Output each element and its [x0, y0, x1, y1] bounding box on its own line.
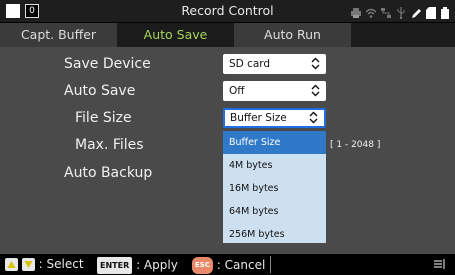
dropdown-option-4m[interactable]: 4M bytes	[223, 154, 326, 177]
updown-arrows-icon	[311, 57, 320, 70]
apply-hint-label: : Apply	[136, 258, 178, 272]
tab-capt-buffer[interactable]: Capt. Buffer	[0, 23, 117, 47]
file-size-select[interactable]: Buffer Size	[223, 108, 326, 128]
battery-icon	[441, 4, 451, 19]
dropdown-option-64m[interactable]: 64M bytes	[223, 200, 326, 223]
esc-key-icon: ESC	[192, 257, 213, 274]
dropdown-option-buffer-size[interactable]: Buffer Size	[223, 131, 326, 154]
status-bar: 0 Record Control	[0, 0, 455, 22]
tab-auto-run[interactable]: Auto Run	[234, 23, 351, 47]
max-files-label: Max. Files	[75, 137, 144, 153]
max-files-range: [ 1 - 2048 ]	[330, 140, 381, 150]
pen-icon	[411, 4, 421, 18]
auto-save-value: Off	[229, 85, 245, 97]
wifi-icon	[365, 4, 377, 18]
apply-hint: ENTER : Apply	[97, 257, 178, 274]
auto-save-select[interactable]: Off	[223, 81, 326, 101]
auto-save-label: Auto Save	[64, 83, 136, 99]
auto-backup-label: Auto Backup	[64, 165, 153, 181]
save-device-label: Save Device	[64, 56, 151, 72]
down-arrow-key-icon	[21, 258, 35, 271]
updown-arrows-icon	[309, 111, 318, 124]
settings-panel: Save Device SD card Auto Save Off File S…	[0, 47, 455, 254]
up-arrow-key-icon	[5, 258, 18, 271]
cancel-hint-label: : Cancel	[216, 258, 266, 272]
hint-bar: : Select ENTER : Apply ESC : Cancel	[0, 254, 455, 275]
cancel-hint: ESC : Cancel	[192, 257, 265, 274]
select-hint-label: : Select	[38, 257, 84, 271]
file-size-dropdown: Buffer Size 4M bytes 16M bytes 64M bytes…	[223, 131, 326, 243]
updown-arrows-icon	[311, 84, 320, 97]
save-device-value: SD card	[229, 58, 271, 70]
tab-bar: Capt. Buffer Auto Save Auto Run	[0, 23, 455, 47]
menu-icon[interactable]	[433, 258, 445, 270]
dropdown-option-16m[interactable]: 16M bytes	[223, 177, 326, 200]
file-size-value: Buffer Size	[230, 112, 287, 124]
select-hint: : Select	[5, 257, 84, 272]
dropdown-option-256m[interactable]: 256M bytes	[223, 223, 326, 246]
enter-key-icon: ENTER	[97, 257, 133, 274]
network-icon	[381, 4, 391, 18]
tab-auto-save[interactable]: Auto Save	[117, 23, 234, 47]
status-icons	[351, 4, 451, 20]
file-size-label: File Size	[75, 110, 132, 126]
print-icon	[351, 4, 361, 18]
save-device-select[interactable]: SD card	[223, 54, 326, 74]
usb-icon	[396, 4, 406, 20]
hint-divider	[270, 256, 271, 273]
sd-card-icon	[426, 4, 436, 19]
